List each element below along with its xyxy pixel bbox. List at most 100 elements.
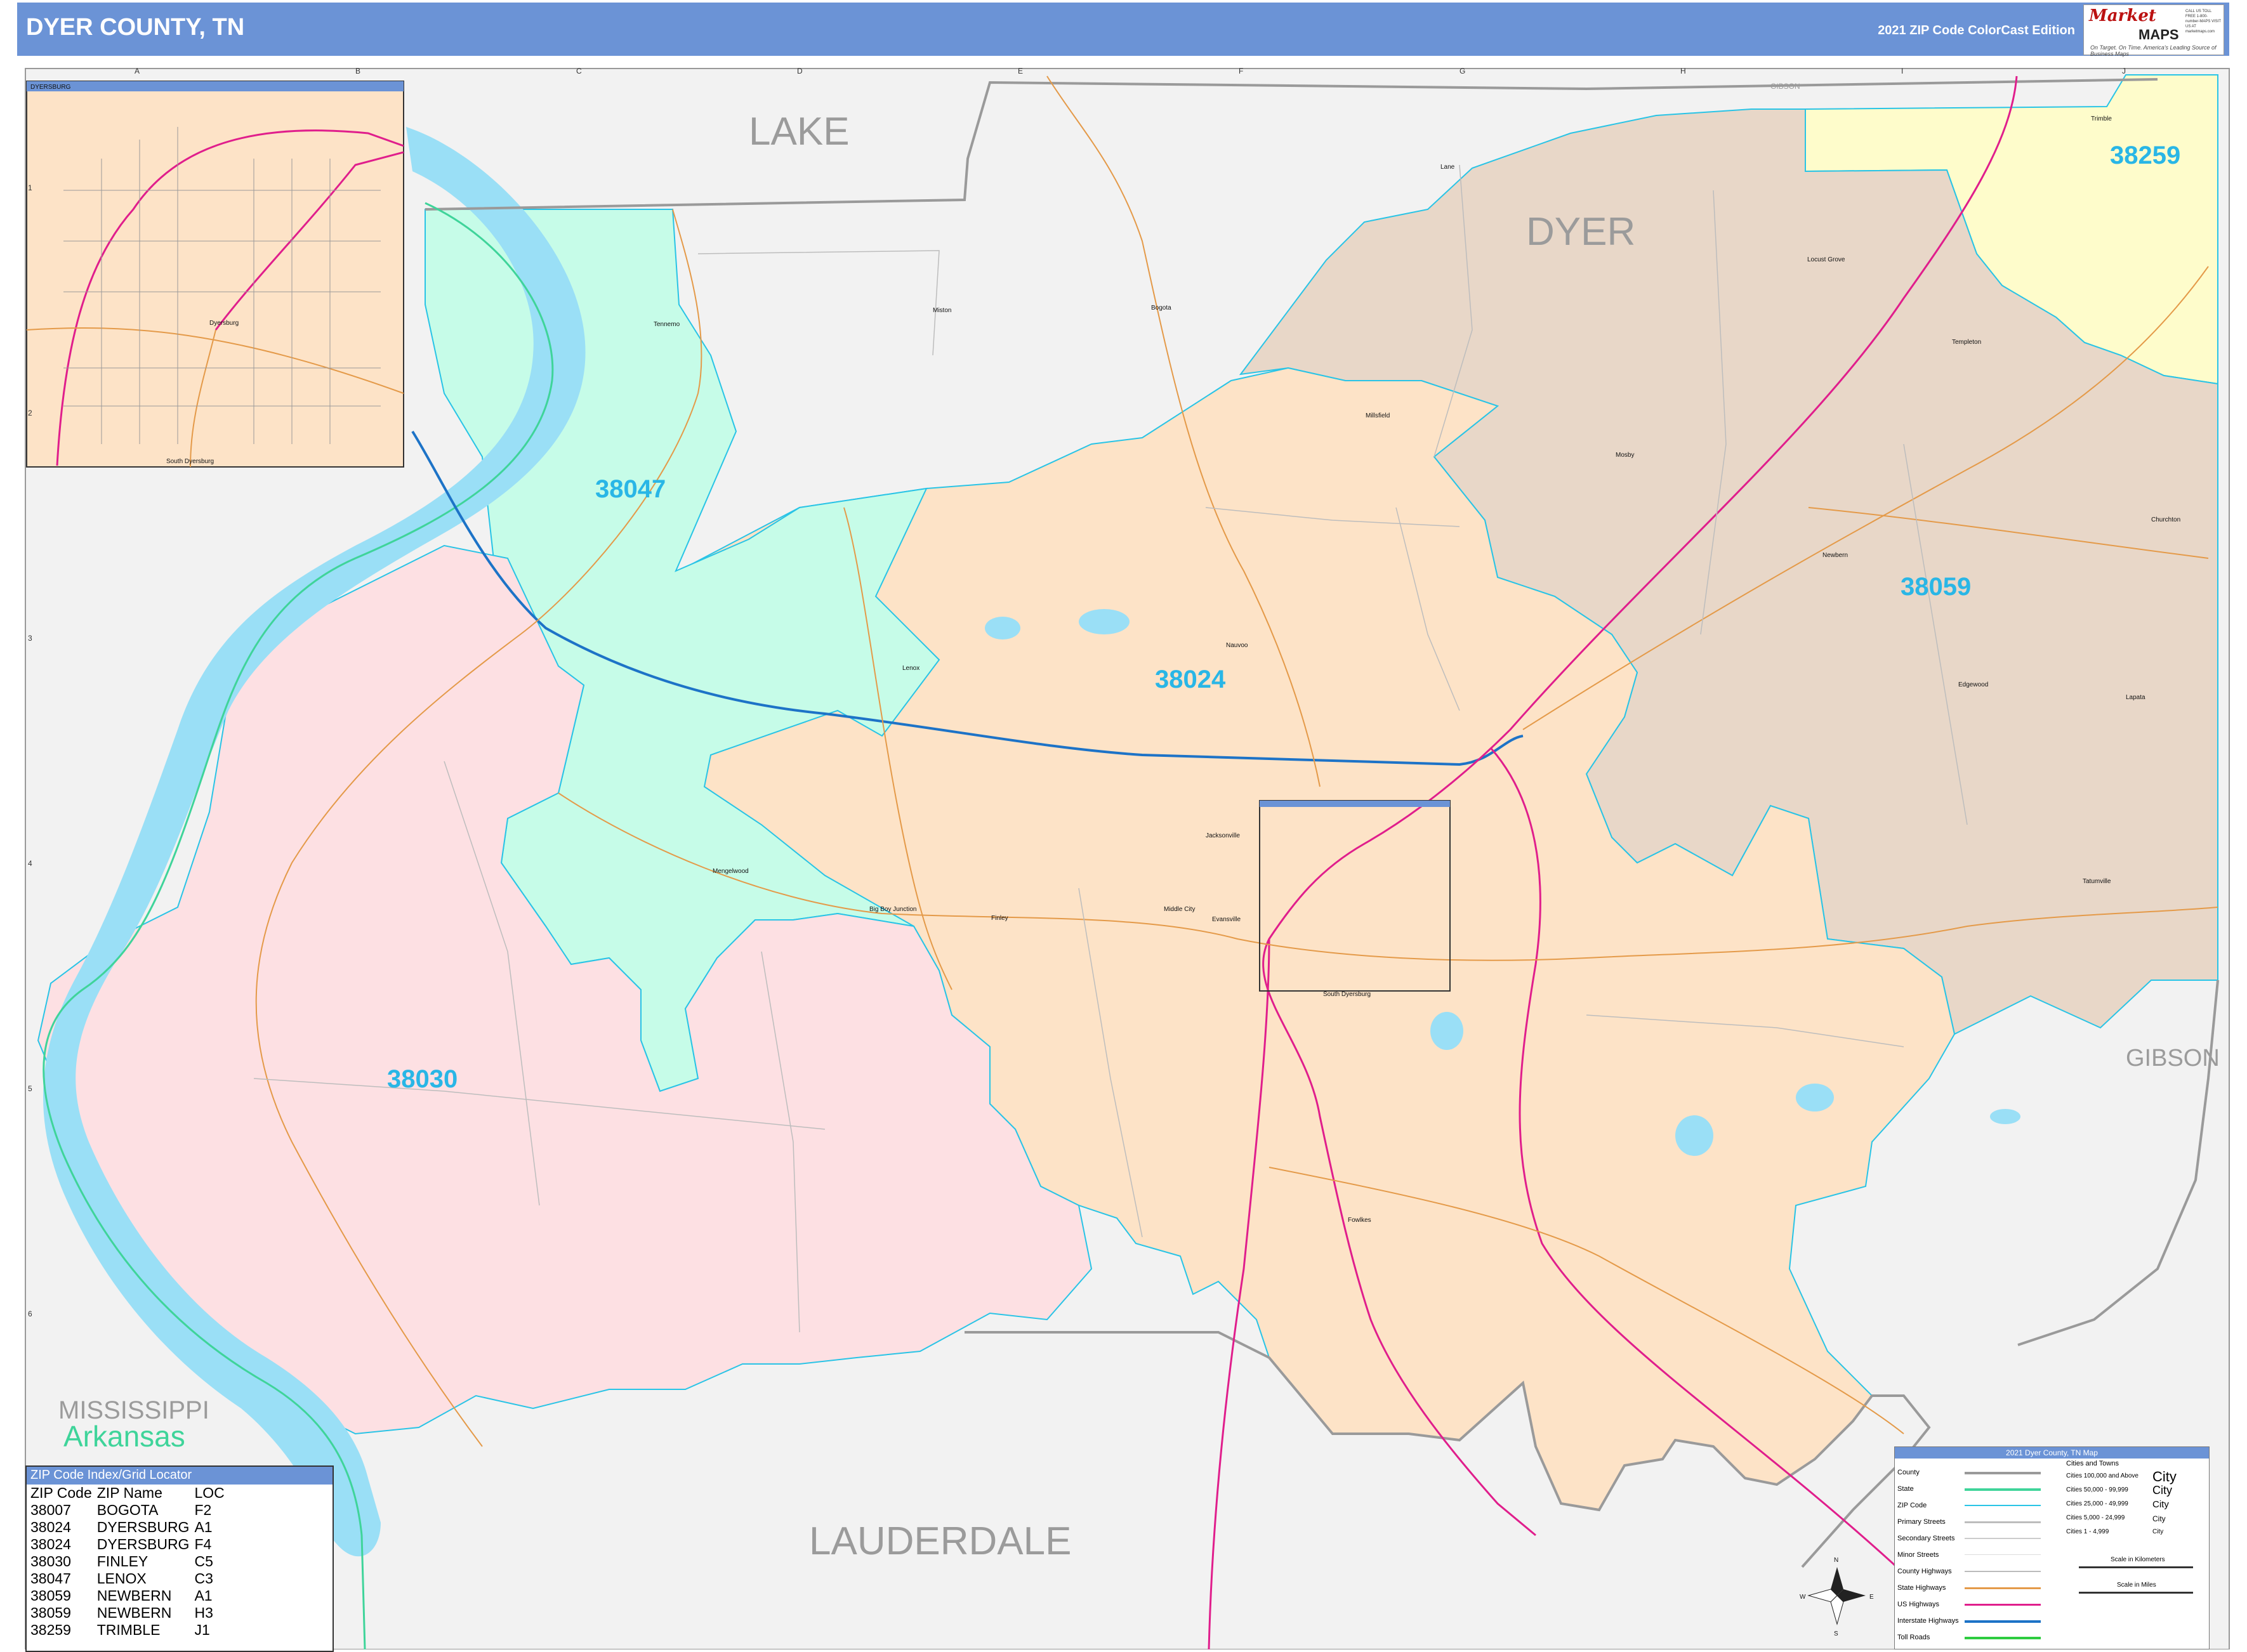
grid-col-label: J [2122, 67, 2126, 75]
compass-s: S [1834, 1630, 1838, 1637]
inset-title: DYERSBURG [30, 84, 71, 91]
legend-cities-title: Cities and Towns [2066, 1460, 2119, 1467]
zip-index-cell: J1 [194, 1622, 210, 1638]
inset-header [27, 81, 404, 91]
county-label-gibson-top: GIBSON [1770, 82, 1800, 91]
place-lapata: Lapata [2126, 694, 2145, 701]
zip-index-header: ZIP Name [96, 1485, 162, 1501]
zip-index-header: ZIP Code [30, 1485, 92, 1501]
zip-index-header-row: ZIP Code ZIP Name LOC [30, 1485, 230, 1502]
place-trimble: Trimble [2091, 115, 2112, 122]
place-locust-grove: Locust Grove [1807, 256, 1845, 263]
zip-index-cell: H3 [194, 1604, 213, 1621]
legend-swatch-county-hwy [1965, 1571, 2041, 1572]
zip-label-38030: 38030 [387, 1065, 458, 1093]
place-templeton: Templeton [1952, 339, 1981, 346]
legend-item: Secondary Streets [1897, 1535, 1955, 1542]
place-tennemo: Tennemo [654, 321, 680, 328]
place-mosby: Mosby [1616, 452, 1634, 459]
grid-col-label: G [1460, 67, 1465, 75]
map-legend: 2021 Dyer County, TN Map County State ZI… [1894, 1446, 2210, 1649]
zip-index-cell: 38047 [30, 1570, 71, 1587]
zip-index-cell: NEWBERN [96, 1604, 172, 1621]
lake-shape [1079, 609, 1130, 634]
zip-index-row: 38024 DYERSBURG F4 [30, 1536, 230, 1553]
place-churchton: Churchton [2151, 516, 2180, 523]
place-tatumville: Tatumville [2083, 878, 2111, 885]
place-big-boy-junction: Big Boy Junction [869, 906, 917, 913]
legend-title: 2021 Dyer County, TN Map [1895, 1447, 2209, 1459]
compass-w: W [1800, 1594, 1806, 1601]
place-newbern: Newbern [1822, 552, 1848, 559]
legend-city-symbol: City [2152, 1514, 2166, 1523]
county-label-lake: LAKE [749, 110, 850, 154]
place-mengelwood: Mengelwood [713, 868, 749, 875]
legend-swatch-primary [1965, 1521, 2041, 1523]
legend-city-symbol: City [2152, 1528, 2164, 1535]
county-label-lauderdale: LAUDERDALE [809, 1519, 1071, 1563]
grid-col-label: H [1680, 67, 1686, 75]
place-miston: Miston [933, 307, 951, 314]
inset-south-dyersburg: South Dyersburg [166, 458, 214, 465]
legend-city-class: Cities 25,000 - 49,999 [2066, 1500, 2128, 1507]
zip-label-38047: 38047 [595, 475, 666, 503]
legend-swatch-state [1965, 1488, 2041, 1491]
zip-index-row: 38259 TRIMBLE J1 [30, 1622, 230, 1639]
grid-row-label: 4 [28, 859, 32, 868]
zip-index-row: 38030 FINLEY C5 [30, 1553, 230, 1570]
grid-row-label: 6 [28, 1309, 32, 1318]
legend-swatch-county [1965, 1472, 2041, 1474]
legend-city-symbol: City [2152, 1484, 2172, 1497]
legend-swatch-interstate [1965, 1620, 2041, 1623]
legend-item: Toll Roads [1897, 1634, 1930, 1641]
grid-col-label: I [1901, 67, 1903, 75]
zip-index-row: 38047 LENOX C3 [30, 1570, 230, 1587]
place-evansville: Evansville [1212, 916, 1241, 923]
grid-col-label: B [355, 67, 360, 75]
grid-row-label: 2 [28, 409, 32, 417]
county-label-gibson: GIBSON [2126, 1045, 2220, 1072]
legend-swatch-toll [1965, 1637, 2041, 1639]
zip-index-cell: 38059 [30, 1587, 71, 1604]
zip-index-title: ZIP Code Index/Grid Locator [27, 1467, 333, 1485]
legend-item: ZIP Code [1897, 1502, 1927, 1509]
place-finley: Finley [991, 915, 1008, 922]
legend-item: Primary Streets [1897, 1518, 1946, 1526]
legend-item: Interstate Highways [1897, 1617, 1959, 1625]
lake-shape [985, 617, 1020, 639]
inset-frame [26, 81, 404, 468]
state-label-arkansas: Arkansas [63, 1420, 185, 1453]
grid-col-label: D [797, 67, 803, 75]
zip-index-header: LOC [194, 1485, 225, 1501]
legend-scale-bar-mi [2079, 1592, 2193, 1594]
zip-index-cell: LENOX [96, 1570, 147, 1587]
legend-swatch-state-hwy [1965, 1587, 2041, 1589]
zip-index-cell: C5 [194, 1553, 213, 1570]
place-south-dyersburg: South Dyersburg [1323, 991, 1371, 998]
zip-index-row: 38024 DYERSBURG A1 [30, 1519, 230, 1536]
compass-n: N [1834, 1557, 1838, 1564]
legend-city-class: Cities 1 - 4,999 [2066, 1528, 2109, 1535]
grid-row-label: 3 [28, 634, 32, 643]
zip-index-cell: C3 [194, 1570, 213, 1587]
legend-city-class: Cities 5,000 - 24,999 [2066, 1514, 2125, 1521]
legend-swatch-secondary [1965, 1538, 2041, 1539]
legend-city-class: Cities 100,000 and Above [2066, 1472, 2138, 1479]
place-fowlkes: Fowlkes [1348, 1217, 1371, 1224]
zip-index-cell: A1 [194, 1587, 213, 1604]
county-label-dyer: DYER [1526, 210, 1635, 254]
zip-index-cell: 38030 [30, 1553, 71, 1570]
place-edgewood: Edgewood [1958, 681, 1988, 688]
zip-index-cell: A1 [194, 1519, 213, 1535]
lake-shape [1430, 1012, 1463, 1050]
grid-row-label: 1 [28, 183, 32, 192]
legend-city-class: Cities 50,000 - 99,999 [2066, 1486, 2128, 1493]
grid-col-label: C [576, 67, 582, 75]
grid-col-label: F [1239, 67, 1243, 75]
place-lenox: Lenox [902, 665, 919, 672]
zip-index-cell: F2 [194, 1502, 212, 1518]
place-bogota: Bogota [1151, 305, 1171, 311]
legend-item: Minor Streets [1897, 1551, 1939, 1559]
zip-index-row: 38059 NEWBERN H3 [30, 1604, 230, 1622]
legend-scale-bar-km [2079, 1566, 2193, 1568]
